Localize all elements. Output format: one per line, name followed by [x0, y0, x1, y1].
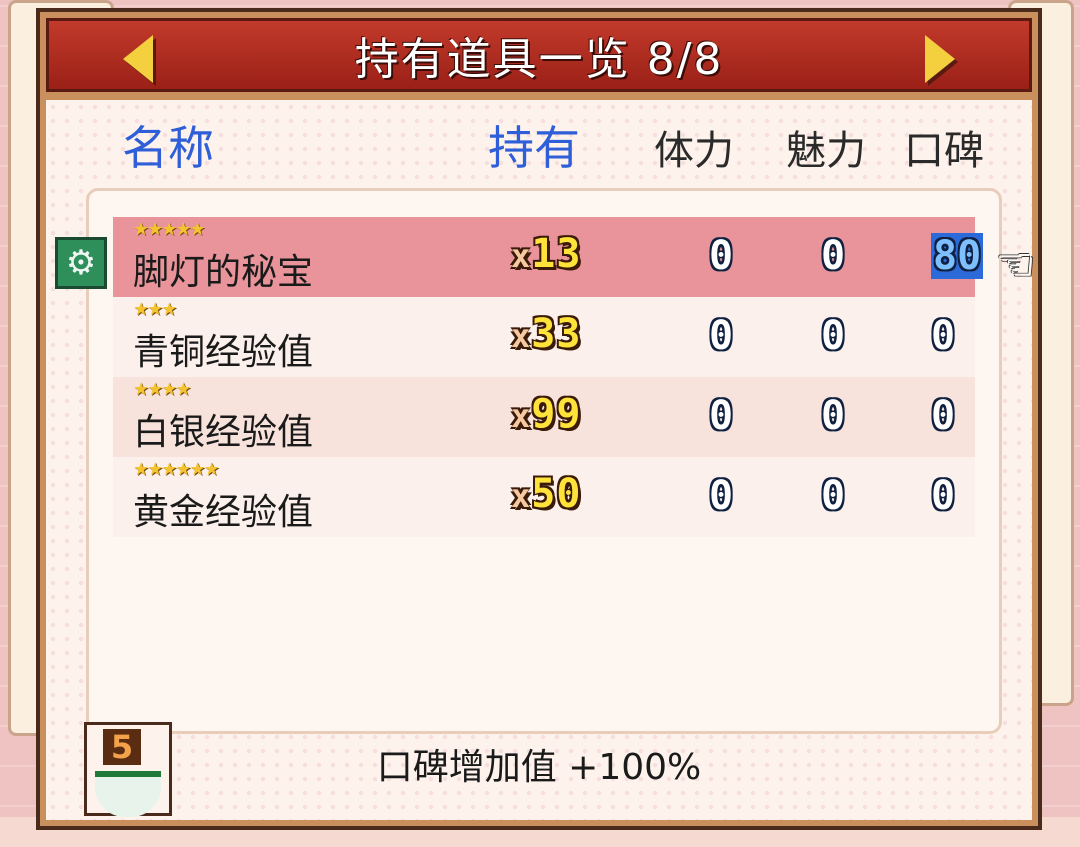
column-charm: 魅力 — [786, 128, 866, 174]
count-prefix: x — [511, 397, 532, 435]
stamina-value: 0 — [709, 313, 734, 359]
right-arrow-icon[interactable] — [925, 35, 955, 83]
pointing-hand-icon: ☜ — [995, 239, 1035, 290]
reputation-value: 0 — [931, 313, 956, 359]
count-value: 50 — [531, 471, 582, 517]
stamina-value: 0 — [709, 393, 734, 439]
item-count: x13 — [511, 231, 581, 277]
stamina-value: 0 — [709, 233, 734, 279]
rarity-stars: ★★★★ — [133, 379, 192, 400]
content-panel: 名称 持有 体力 魅力 口碑 ⚙ ★★★★★ 脚灯的秘宝 x13 0 0 80 … — [46, 100, 1035, 820]
column-reputation: 口碑 — [904, 128, 984, 174]
count-prefix: x — [511, 477, 532, 515]
bonus-text: 口碑增加值 +100% — [376, 747, 702, 788]
count-prefix: x — [511, 317, 532, 355]
column-name[interactable]: 名称 — [122, 112, 214, 178]
charm-value: 0 — [821, 473, 846, 519]
rarity-stars: ★★★★★★ — [133, 459, 220, 480]
count-value: 33 — [531, 311, 582, 357]
item-name: 黄金经验值 — [133, 492, 314, 533]
count-prefix: x — [511, 237, 532, 275]
item-name: 脚灯的秘宝 — [133, 252, 314, 293]
column-stamina: 体力 — [654, 128, 734, 174]
item-count: x99 — [511, 391, 581, 437]
count-value: 13 — [531, 231, 582, 277]
charm-value: 0 — [821, 233, 846, 279]
charm-value: 0 — [821, 393, 846, 439]
column-header: 名称 持有 体力 魅力 口碑 — [46, 112, 1032, 182]
item-list-window: 持有道具一览 8/8 名称 持有 体力 魅力 口碑 ⚙ ★★★★★ 脚灯的秘宝 … — [36, 8, 1042, 830]
window-title: 持有道具一览 8/8 — [354, 34, 724, 85]
gear-icon[interactable]: ⚙ — [55, 237, 107, 289]
item-row-selected[interactable]: ⚙ ★★★★★ 脚灯的秘宝 x13 0 0 80 ☜ — [55, 217, 1035, 297]
charm-value: 0 — [821, 313, 846, 359]
title-bar: 持有道具一览 8/8 — [46, 18, 1032, 92]
item-count: x50 — [511, 471, 581, 517]
rarity-stars: ★★★★★ — [133, 219, 206, 240]
item-name: 青铜经验值 — [133, 332, 314, 373]
column-hold[interactable]: 持有 — [488, 112, 580, 178]
rarity-stars: ★★★ — [133, 299, 177, 320]
reputation-value: 0 — [931, 393, 956, 439]
count-value: 99 — [531, 391, 582, 437]
item-list: ⚙ ★★★★★ 脚灯的秘宝 x13 0 0 80 ☜ ★★★ 青铜经验值 x33… — [55, 188, 1035, 734]
left-arrow-icon[interactable] — [123, 35, 153, 83]
item-row[interactable]: ★★★★★★ 黄金经验值 x50 0 0 0 — [113, 457, 975, 537]
item-count: x33 — [511, 311, 581, 357]
stamina-value: 0 — [709, 473, 734, 519]
item-row[interactable]: ★★★★ 白银经验值 x99 0 0 0 — [113, 377, 975, 457]
reputation-value: 80 — [931, 233, 984, 279]
reputation-value: 0 — [931, 473, 956, 519]
item-name: 白银经验值 — [133, 412, 314, 453]
item-row[interactable]: ★★★ 青铜经验值 x33 0 0 0 — [113, 297, 975, 377]
